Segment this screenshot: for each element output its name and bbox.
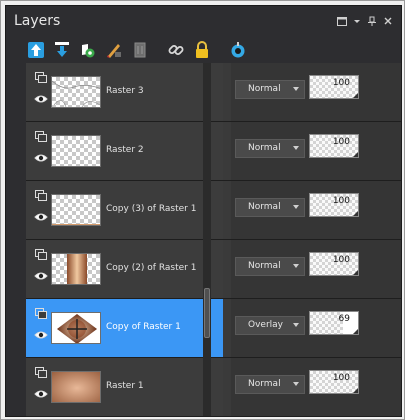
layer-name[interactable]: Copy (3) of Raster 1: [106, 204, 196, 214]
opacity-value: 69: [338, 314, 350, 324]
blend-mode-select[interactable]: Normal: [235, 257, 305, 276]
layer-info[interactable]: Raster 2: [26, 122, 223, 180]
mask-icon[interactable]: [228, 40, 248, 60]
splitter-grip[interactable]: [204, 288, 210, 338]
layer-info[interactable]: Raster 3: [26, 63, 223, 121]
opacity-corner-icon: [353, 211, 358, 216]
layer-row[interactable]: Raster 2 Normal 100: [26, 122, 401, 181]
opacity-value: 100: [332, 255, 350, 265]
layer-info[interactable]: Copy of Raster 1: [26, 299, 223, 357]
layer-properties: Normal 100: [231, 240, 401, 298]
restore-icon[interactable]: [336, 15, 348, 27]
opacity-value: 100: [332, 137, 350, 147]
opacity-slider[interactable]: 100: [309, 134, 359, 158]
pane-splitter[interactable]: [203, 63, 211, 416]
layer-group-icon[interactable]: [35, 190, 47, 201]
layer-group-icon[interactable]: [35, 131, 47, 142]
eye-icon[interactable]: [34, 271, 48, 281]
layer-name[interactable]: Copy of Raster 1: [106, 322, 181, 332]
opacity-value: 100: [332, 78, 350, 88]
blend-mode-select[interactable]: Normal: [235, 139, 305, 158]
layer-row[interactable]: Copy (2) of Raster 1 Normal 100: [26, 240, 401, 299]
layer-properties: Normal 100: [231, 358, 401, 416]
layer-group-icon[interactable]: [35, 72, 47, 83]
layer-properties: Normal 100: [231, 63, 401, 121]
opacity-slider[interactable]: 100: [309, 370, 359, 394]
layer-thumbnail[interactable]: [51, 194, 101, 226]
blend-mode-label: Overlay: [248, 320, 283, 330]
layer-thumbnail[interactable]: [51, 371, 101, 403]
opacity-corner-icon: [353, 93, 358, 98]
blend-mode-label: Normal: [248, 261, 281, 271]
layer-group-icon[interactable]: [35, 367, 47, 378]
layer-properties: Overlay 69: [231, 299, 401, 357]
chevron-down-icon: [293, 205, 299, 209]
new-layer-up-icon[interactable]: [26, 40, 46, 60]
blend-mode-label: Normal: [248, 84, 281, 94]
layer-info[interactable]: Copy (2) of Raster 1: [26, 240, 223, 298]
layer-list: Raster 3 Normal 100 Raster 2 Normal 100 …: [26, 63, 401, 417]
layer-name[interactable]: Copy (2) of Raster 1: [106, 263, 196, 273]
opacity-slider[interactable]: 100: [309, 75, 359, 99]
layer-info[interactable]: Raster 1: [26, 358, 223, 416]
layer-thumbnail[interactable]: [51, 312, 101, 344]
layer-name[interactable]: Raster 3: [106, 86, 144, 96]
layer-thumbnail[interactable]: [51, 76, 101, 108]
opacity-slider[interactable]: 100: [309, 252, 359, 276]
opacity-corner-icon: [353, 270, 358, 275]
lock-icon[interactable]: [192, 40, 212, 60]
window-frame: Layers Raster 3 Normal 100 Raster 2 Norm…: [0, 0, 405, 420]
blend-mode-label: Normal: [248, 143, 281, 153]
blend-mode-select[interactable]: Normal: [235, 198, 305, 217]
pin-icon[interactable]: [366, 15, 378, 27]
layer-group-icon[interactable]: [35, 308, 47, 319]
opacity-value: 100: [332, 196, 350, 206]
opacity-slider[interactable]: 100: [309, 193, 359, 217]
blend-mode-select[interactable]: Normal: [235, 375, 305, 394]
layer-name[interactable]: Raster 1: [106, 381, 144, 391]
layer-thumbnail[interactable]: [51, 253, 101, 285]
opacity-value: 100: [332, 373, 350, 383]
visibility-icon[interactable]: [78, 40, 98, 60]
delete-layer-icon[interactable]: [130, 40, 150, 60]
panel-titlebar: Layers: [6, 6, 401, 36]
chevron-down-icon: [293, 382, 299, 386]
layer-row[interactable]: Copy of Raster 1 Overlay 69: [26, 299, 401, 358]
chevron-down-icon: [293, 146, 299, 150]
layer-properties: Normal 100: [231, 122, 401, 180]
eye-icon[interactable]: [34, 94, 48, 104]
layer-row[interactable]: Raster 1 Normal 100: [26, 358, 401, 417]
new-layer-down-icon[interactable]: [52, 40, 72, 60]
blend-mode-label: Normal: [248, 379, 281, 389]
opacity-corner-icon: [353, 329, 358, 334]
eye-icon[interactable]: [34, 330, 48, 340]
close-icon[interactable]: [382, 15, 394, 27]
chevron-down-icon: [293, 87, 299, 91]
layer-name[interactable]: Raster 2: [106, 145, 144, 155]
layer-group-icon[interactable]: [35, 249, 47, 260]
eye-icon[interactable]: [34, 153, 48, 163]
layer-info[interactable]: Copy (3) of Raster 1: [26, 181, 223, 239]
brush-edit-icon[interactable]: [104, 40, 124, 60]
eye-icon[interactable]: [34, 389, 48, 399]
opacity-slider[interactable]: 69: [309, 311, 359, 335]
layers-toolbar: [6, 36, 401, 64]
layer-properties: Normal 100: [231, 181, 401, 239]
layer-thumbnail[interactable]: [51, 135, 101, 167]
panel-title: Layers: [14, 13, 61, 29]
eye-icon[interactable]: [34, 212, 48, 222]
opacity-corner-icon: [353, 152, 358, 157]
layer-row[interactable]: Copy (3) of Raster 1 Normal 100: [26, 181, 401, 240]
dropdown-icon[interactable]: [351, 15, 363, 27]
layers-panel: Layers Raster 3 Normal 100 Raster 2 Norm…: [5, 5, 402, 417]
chevron-down-icon: [293, 323, 299, 327]
blend-mode-select[interactable]: Normal: [235, 80, 305, 99]
opacity-corner-icon: [353, 388, 358, 393]
link-icon[interactable]: [166, 40, 186, 60]
blend-mode-label: Normal: [248, 202, 281, 212]
layer-row[interactable]: Raster 3 Normal 100: [26, 63, 401, 122]
chevron-down-icon: [293, 264, 299, 268]
blend-mode-select[interactable]: Overlay: [235, 316, 305, 335]
